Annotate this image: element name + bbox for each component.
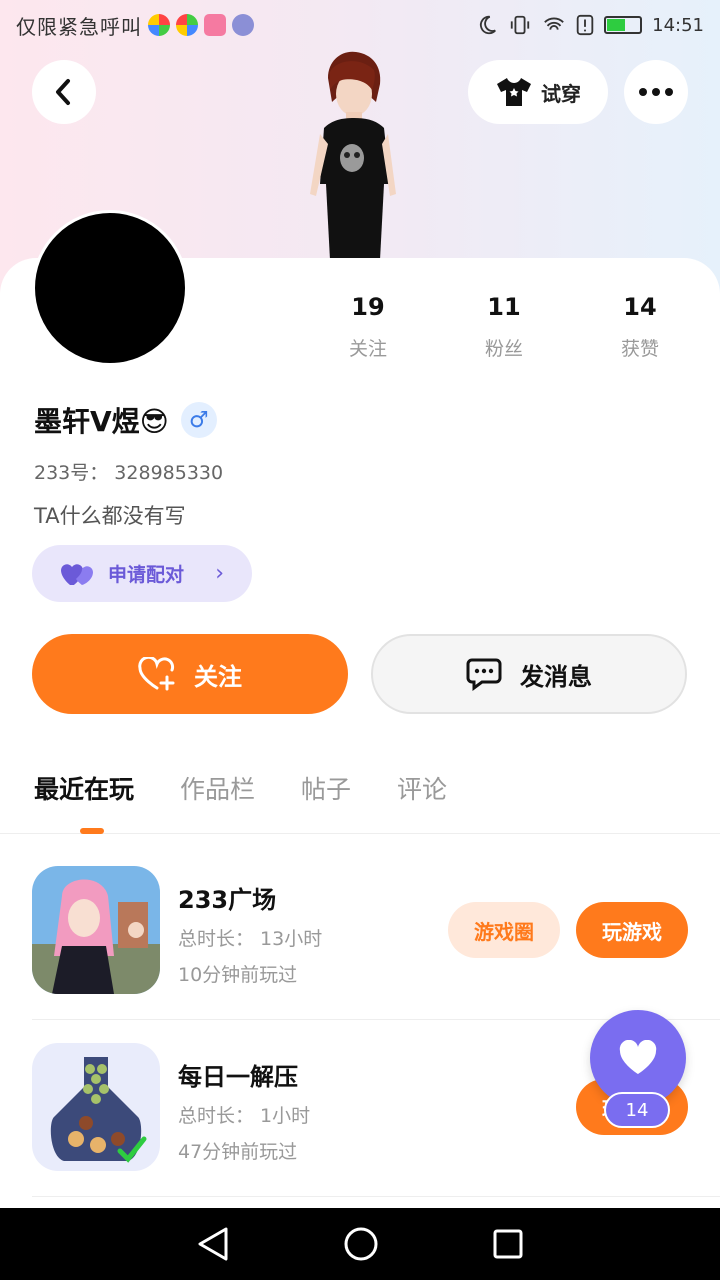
stat-following[interactable]: 19 关注: [300, 290, 436, 361]
heart-plus-icon: [138, 657, 175, 691]
status-icons: 14:51: [476, 14, 704, 36]
back-icon: [56, 79, 70, 105]
tab-posts[interactable]: 帖子: [301, 770, 351, 806]
carrier-text: 仅限紧急呼叫: [16, 14, 142, 39]
bio: TA什么都没有写: [34, 504, 186, 528]
nav-recents-icon[interactable]: [492, 1228, 524, 1260]
stat-label: 获赞: [620, 338, 659, 360]
status-time: 14:51: [652, 14, 704, 36]
chat-bubble-icon: [466, 658, 502, 691]
game-icon-daily-relief[interactable]: [32, 1043, 160, 1171]
nickname: 墨轩V煜😎: [34, 405, 169, 438]
follow-button[interactable]: 关注: [32, 634, 348, 714]
male-gender-icon: ♂: [180, 402, 217, 438]
game-circle-button[interactable]: 游戏圈: [448, 902, 560, 958]
game-title: 233广场: [178, 886, 277, 914]
game-icon-233-plaza[interactable]: [32, 866, 160, 994]
status-app-icons: [148, 14, 254, 36]
profile-tabs: 最近在玩 作品栏 帖子 评论: [0, 770, 720, 834]
stat-value: 19: [351, 293, 385, 321]
apply-pair-label: 申请配对: [108, 564, 185, 586]
try-on-label: 试穿: [541, 81, 581, 106]
more-icon: [639, 88, 673, 96]
stat-likes[interactable]: 14 获赞: [572, 290, 708, 361]
game-title: 每日一解压: [178, 1063, 298, 1091]
back-button[interactable]: [32, 60, 96, 124]
wifi-icon: [544, 17, 564, 30]
like-count-badge: 14: [604, 1092, 670, 1128]
game-total-playtime: 总时长： 13小时: [178, 928, 323, 950]
follow-label: 关注: [194, 662, 242, 691]
stat-label: 关注: [348, 338, 387, 360]
nickname-row: 墨轩V煜😎 ♂: [34, 400, 217, 440]
send-message-label: 发消息: [520, 662, 592, 691]
game-list-item[interactable]: 233广场 总时长： 13小时 10分钟前玩过 游戏圈 玩游戏: [32, 866, 688, 996]
alert-icon: [576, 14, 594, 36]
system-navigation-bar: [0, 1208, 720, 1280]
shirt-icon: [497, 78, 531, 106]
more-button[interactable]: [624, 60, 688, 124]
send-message-button[interactable]: 发消息: [371, 634, 687, 714]
status-bar: 仅限紧急呼叫 14:51: [0, 0, 720, 50]
active-tab-indicator: [80, 828, 104, 834]
vibrate-icon: [510, 15, 530, 35]
stat-value: 11: [487, 293, 521, 321]
tab-works[interactable]: 作品栏: [180, 770, 255, 806]
stat-value: 14: [623, 293, 657, 321]
user-id: 233号： 328985330: [34, 462, 224, 484]
app-icon-1: [148, 14, 170, 36]
profile-stats: 19 关注 11 粉丝 14 获赞: [300, 290, 720, 361]
chevron-right-icon: ›: [215, 561, 224, 586]
tab-recently-played[interactable]: 最近在玩: [34, 770, 134, 806]
double-heart-icon: [61, 563, 93, 585]
music-icon: [232, 14, 254, 36]
stat-label: 粉丝: [484, 338, 523, 360]
game-last-played: 47分钟前玩过: [178, 1141, 298, 1163]
app-icon-2: [176, 14, 198, 36]
play-game-button[interactable]: 玩游戏: [576, 902, 688, 958]
nav-home-icon[interactable]: [343, 1226, 379, 1262]
battery-icon: [604, 16, 643, 34]
divider: [32, 1196, 720, 1197]
moon-icon: [480, 15, 497, 35]
stat-followers[interactable]: 11 粉丝: [436, 290, 572, 361]
bilibili-icon: [204, 14, 226, 36]
nav-back-icon[interactable]: [196, 1226, 230, 1262]
game-total-playtime: 总时长： 1小时: [178, 1105, 311, 1127]
try-on-button[interactable]: 试穿: [468, 60, 608, 124]
tab-comments[interactable]: 评论: [397, 770, 447, 806]
game-last-played: 10分钟前玩过: [178, 964, 298, 986]
avatar-3d-figure[interactable]: [300, 48, 410, 260]
heart-icon: [619, 1040, 657, 1074]
apply-pair-button[interactable]: 申请配对 ›: [32, 545, 252, 602]
avatar[interactable]: [32, 210, 188, 366]
